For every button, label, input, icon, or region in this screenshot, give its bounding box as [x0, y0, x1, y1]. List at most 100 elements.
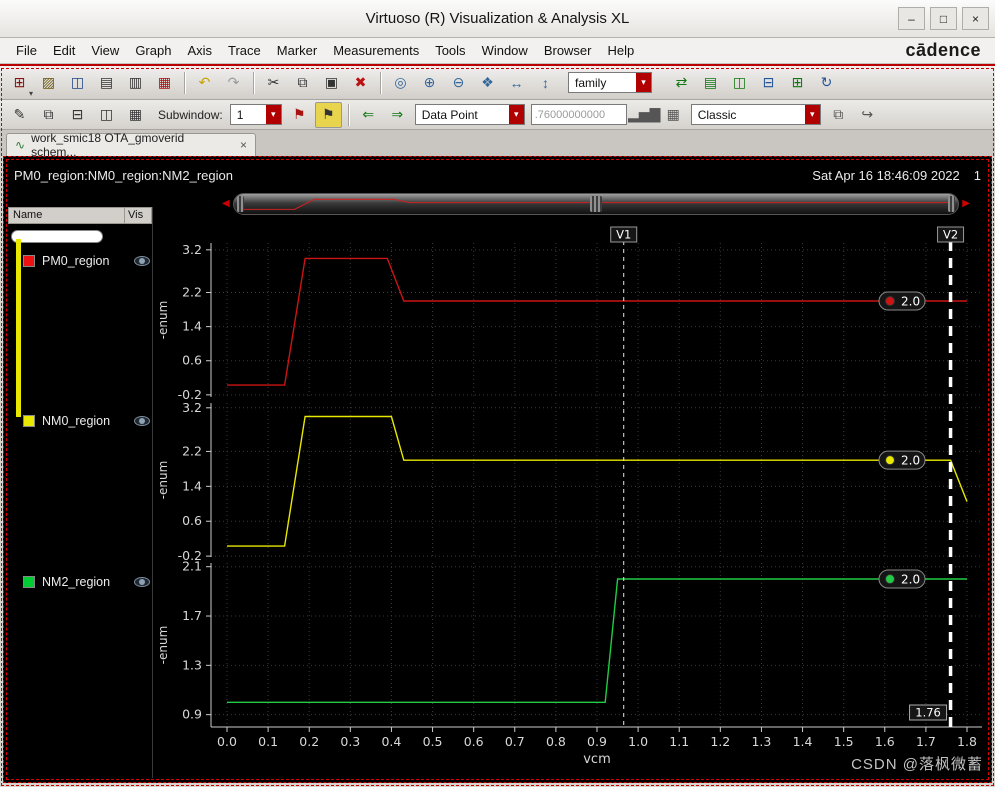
selection-bar [16, 239, 21, 417]
signal-row-nm2[interactable]: NM2_region [23, 573, 150, 591]
horizontal-split-button[interactable]: ⊟ [64, 102, 91, 128]
menu-axis[interactable]: Axis [179, 40, 220, 61]
trace-color-swatch [23, 255, 35, 267]
vertical-split-button[interactable]: ◫ [93, 102, 120, 128]
menu-graph[interactable]: Graph [127, 40, 179, 61]
overlay-mode-button[interactable]: ⊟ [755, 70, 782, 96]
minimize-button[interactable]: – [898, 7, 925, 30]
zoom-fit-button[interactable]: ◎ [387, 70, 414, 96]
overview-right-handle[interactable] [948, 195, 956, 212]
export-graph-button[interactable]: ↪ [854, 102, 881, 128]
open-results-button[interactable]: ▨ [35, 70, 62, 96]
svg-text:1.3: 1.3 [751, 734, 771, 749]
histogram-button[interactable]: ▂▅▇ [628, 102, 660, 128]
tab-close-icon[interactable]: × [240, 138, 247, 152]
probe-tool-button[interactable]: ✎ [6, 102, 33, 128]
svg-text:1.76: 1.76 [915, 706, 941, 720]
waveform-tab-icon: ∿ [15, 138, 26, 152]
page-number: 1 [973, 168, 981, 183]
datapoint-value-field[interactable] [530, 104, 627, 125]
menu-tools[interactable]: Tools [427, 40, 473, 61]
calculator-button[interactable]: ▦ [151, 70, 178, 96]
maximize-button[interactable]: □ [930, 7, 957, 30]
scroll-right-icon[interactable]: ▶ [962, 198, 970, 209]
menu-edit[interactable]: Edit [45, 40, 83, 61]
signal-row-nm0[interactable]: NM0_region [23, 412, 150, 430]
vis-column-header[interactable]: Vis [125, 208, 151, 223]
paste-button[interactable]: ▣ [318, 70, 345, 96]
svg-text:2.0: 2.0 [901, 295, 920, 309]
next-point-button[interactable]: ⇒ [384, 102, 411, 128]
signal-panel: Name Vis PM0_region NM0_region NM2_regio… [8, 207, 153, 778]
horizontal-marker-button[interactable]: ⚑ [314, 101, 342, 128]
dropdown-caret-icon: ▾ [636, 73, 651, 92]
signal-filter-input[interactable] [11, 230, 103, 243]
trace-color-swatch [23, 576, 35, 588]
name-column-header[interactable]: Name [9, 208, 125, 223]
redo-button[interactable]: ↷ [220, 70, 247, 96]
subwindow-spinner[interactable]: 1 ▾ [229, 104, 282, 125]
copy-button[interactable]: ⧉ [289, 70, 316, 96]
svg-text:0.1: 0.1 [258, 734, 278, 749]
close-button[interactable]: × [962, 7, 989, 30]
menu-help[interactable]: Help [600, 40, 643, 61]
style-dropdown[interactable]: Classic ▾ [690, 104, 821, 125]
dropdown-caret-icon: ▾ [804, 105, 820, 124]
waveform-plot[interactable]: 3.22.21.40.6-0.2-enum 2.03.22.21.40.6-0.2… [153, 225, 991, 770]
subwindow-value: 1 [236, 107, 244, 122]
strip-mode-button[interactable]: ▤ [697, 70, 724, 96]
zoom-x-button[interactable]: ↔ [503, 70, 530, 96]
menu-marker[interactable]: Marker [269, 40, 325, 61]
menu-window[interactable]: Window [474, 40, 536, 61]
svg-text:1.4: 1.4 [182, 478, 202, 493]
zoom-in-button[interactable]: ⊕ [416, 70, 443, 96]
calculator-tool-button[interactable]: ▦ [660, 102, 687, 128]
visibility-eye-icon[interactable] [134, 577, 150, 587]
toolbar-layout-group: ✎ ⧉ ⊟ ◫ ▦ [5, 102, 150, 128]
overview-scrollbar[interactable]: ◀ ▶ [222, 190, 970, 217]
delete-button[interactable]: ✖ [347, 70, 374, 96]
window-controls: – □ × [898, 7, 989, 30]
titlebar: Virtuoso (R) Visualization & Analysis XL… [0, 0, 995, 38]
menu-file[interactable]: File [8, 40, 45, 61]
swap-axes-button[interactable]: ⇄ [668, 70, 695, 96]
overview-center-handle[interactable] [590, 195, 602, 212]
visibility-eye-icon[interactable] [134, 256, 150, 266]
menu-trace[interactable]: Trace [220, 40, 269, 61]
print-button[interactable]: ▤ [93, 70, 120, 96]
cut-button[interactable]: ✂ [260, 70, 287, 96]
svg-text:-enum: -enum [156, 626, 170, 665]
new-subwindow-button[interactable]: ⊞ [784, 70, 811, 96]
save-button[interactable]: ◫ [64, 70, 91, 96]
pan-button[interactable]: ❖ [474, 70, 501, 96]
visibility-eye-icon[interactable] [134, 416, 150, 426]
refresh-plot-button[interactable]: ↻ [813, 70, 840, 96]
zoom-out-button[interactable]: ⊖ [445, 70, 472, 96]
cards-view-button[interactable]: ⧉ [35, 102, 62, 128]
zoom-y-button[interactable]: ↕ [532, 70, 559, 96]
overview-left-handle[interactable] [236, 195, 244, 212]
menu-view[interactable]: View [83, 40, 127, 61]
signal-row-pm0[interactable]: PM0_region [23, 252, 150, 270]
undo-button[interactable]: ↶ [191, 70, 218, 96]
menubar: File Edit View Graph Axis Trace Marker Measurem… [0, 38, 995, 64]
scroll-left-icon[interactable]: ◀ [222, 198, 230, 209]
split-strips-button[interactable]: ◫ [726, 70, 753, 96]
export-image-button[interactable]: ▥ [122, 70, 149, 96]
overview-track[interactable] [232, 192, 960, 215]
svg-text:1.1: 1.1 [669, 734, 689, 749]
window-grid-button[interactable]: ▦ [122, 102, 149, 128]
previous-point-button[interactable]: ⇐ [355, 102, 382, 128]
copy-graph-button[interactable]: ⧉ [825, 102, 852, 128]
svg-text:0.9: 0.9 [587, 734, 607, 749]
menu-browser[interactable]: Browser [536, 40, 600, 61]
trace-PM0_region[interactable] [227, 257, 967, 386]
new-waveform-button[interactable]: ⊞ ▾ [6, 70, 33, 98]
signal-name: PM0_region [42, 254, 110, 268]
vertical-marker-button[interactable]: ⚑ [286, 102, 313, 128]
toolbar-export-group: ⧉ ↪ [824, 102, 882, 128]
tab-graph[interactable]: ∿ work_smic18 OTA_gmoverid schem... × [6, 131, 256, 159]
menu-measurements[interactable]: Measurements [325, 40, 427, 61]
family-dropdown[interactable]: family ▾ [568, 72, 652, 93]
mouse-mode-dropdown[interactable]: Data Point ▾ [414, 104, 525, 125]
